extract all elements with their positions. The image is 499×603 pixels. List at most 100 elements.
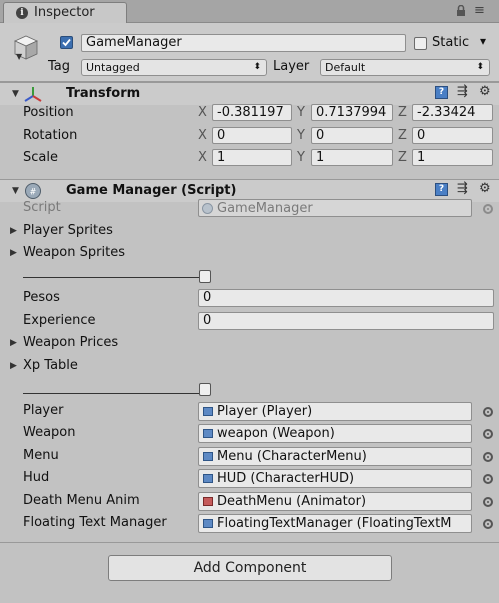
object-picker-icon [483,204,493,214]
tag-value: Untagged [86,61,140,74]
position-y-input[interactable]: 0.7137994 [311,104,393,121]
foldout-arrow-icon[interactable]: ▶ [10,361,17,371]
hud-ref-label: Hud [23,470,50,485]
death-menu-anim-field[interactable]: DeathMenu (Animator) [198,492,472,511]
dropdown-arrows-icon: ⬍ [476,62,484,72]
death-menu-anim-label: Death Menu Anim [23,493,140,508]
transform-axes-icon [22,85,44,107]
transform-title: Transform [66,86,141,101]
position-z-input[interactable]: -2.33424 [412,104,493,121]
icon-dropdown-arrow-icon[interactable]: ▼ [16,52,22,61]
static-label: Static [432,35,470,50]
floating-text-manager-value: FloatingTextManager (FloatingTextM [217,516,452,531]
menu-ref-label: Menu [23,448,59,463]
weapon-ref-label: Weapon [23,425,76,440]
axis-y-label: Y [297,128,305,143]
scale-y-input[interactable]: 1 [311,149,393,166]
axis-z-label: Z [398,150,407,165]
add-component-button[interactable]: Add Component [108,555,392,581]
object-picker-icon[interactable] [483,407,493,417]
axis-y-label: Y [297,150,305,165]
foldout-arrow-icon[interactable]: ▼ [12,89,19,99]
foldout-arrow-icon[interactable]: ▶ [10,338,17,348]
object-picker-icon[interactable] [483,497,493,507]
layer-dropdown[interactable]: Default ⬍ [320,59,490,76]
animator-icon [203,497,213,506]
axis-z-label: Z [398,105,407,120]
object-picker-icon[interactable] [483,474,493,484]
tag-dropdown[interactable]: Untagged ⬍ [81,59,267,76]
script-icon [203,407,213,416]
rotation-x-input[interactable]: 0 [212,127,292,144]
floating-text-manager-label: Floating Text Manager [23,515,167,530]
script-reference-field: GameManager [198,199,472,217]
layer-label: Layer [273,59,310,74]
weapon-ref-value: weapon (Weapon) [217,426,335,441]
axis-x-label: X [198,105,207,120]
menu-ref-field[interactable]: Menu (CharacterMenu) [198,447,472,466]
foldout-arrow-icon[interactable]: ▶ [10,226,17,236]
script-component-title: Game Manager (Script) [66,183,237,198]
menu-ref-value: Menu (CharacterMenu) [217,449,367,464]
scale-z-input[interactable]: 1 [412,149,493,166]
svg-text:#: # [30,188,36,198]
script-file-icon [202,203,213,214]
death-menu-anim-value: DeathMenu (Animator) [217,494,367,509]
tab-menu-icon[interactable]: ≡ [474,3,485,18]
hud-ref-value: HUD (CharacterHUD) [217,471,355,486]
player-ref-value: Player (Player) [217,404,313,419]
xp-table-foldout[interactable]: Xp Table [23,358,78,374]
script-icon [203,429,213,438]
help-icon[interactable]: ? [435,183,448,196]
experience-label: Experience [23,313,96,328]
tab-inspector[interactable]: i Inspector [3,2,127,23]
pesos-input[interactable]: 0 [198,289,494,307]
static-dropdown-icon[interactable]: ▾ [480,34,486,48]
weapon-ref-field[interactable]: weapon (Weapon) [198,424,472,443]
object-picker-icon[interactable] [483,452,493,462]
presets-icon[interactable]: ⇶ [457,181,468,196]
script-icon [203,474,213,483]
spacer-slider-track [23,277,209,278]
rotation-y-input[interactable]: 0 [311,127,393,144]
script-reference-value: GameManager [217,201,313,216]
tab-inspector-label: Inspector [34,5,95,20]
axis-x-label: X [198,128,207,143]
object-picker-icon[interactable] [483,429,493,439]
floating-text-manager-field[interactable]: FloatingTextManager (FloatingTextM [198,514,472,533]
script-icon [203,452,213,461]
gear-icon[interactable]: ⚙ [479,181,491,196]
transform-header[interactable]: ▼ Transform ? ⇶ ⚙ [0,82,499,105]
player-ref-field[interactable]: Player (Player) [198,402,472,421]
hud-ref-field[interactable]: HUD (CharacterHUD) [198,469,472,488]
spacer-slider-thumb[interactable] [199,383,211,396]
rotation-z-input[interactable]: 0 [412,127,493,144]
object-name-input[interactable]: GameManager [81,34,406,52]
foldout-arrow-icon[interactable]: ▶ [10,248,17,258]
dropdown-arrows-icon: ⬍ [253,62,261,72]
player-sprites-foldout[interactable]: Player Sprites [23,223,113,239]
static-checkbox[interactable] [414,37,427,50]
layer-value: Default [325,61,366,74]
position-x-input[interactable]: -0.381197 [212,104,292,121]
foldout-arrow-icon[interactable]: ▼ [12,186,19,196]
active-checkbox[interactable] [60,36,73,49]
weapon-prices-foldout[interactable]: Weapon Prices [23,335,118,351]
scale-x-input[interactable]: 1 [212,149,292,166]
script-icon [203,519,213,528]
player-ref-label: Player [23,403,64,418]
axis-x-label: X [198,150,207,165]
scale-label: Scale [23,150,58,165]
rotation-label: Rotation [23,128,78,143]
help-icon[interactable]: ? [435,86,448,99]
spacer-slider-thumb[interactable] [199,270,211,283]
axis-y-label: Y [297,105,305,120]
experience-input[interactable]: 0 [198,312,494,330]
presets-icon[interactable]: ⇶ [457,84,468,99]
pesos-label: Pesos [23,290,60,305]
weapon-sprites-foldout[interactable]: Weapon Sprites [23,245,125,261]
gear-icon[interactable]: ⚙ [479,84,491,99]
spacer-slider-track [23,393,209,394]
object-picker-icon[interactable] [483,519,493,529]
lock-icon[interactable] [456,4,466,19]
